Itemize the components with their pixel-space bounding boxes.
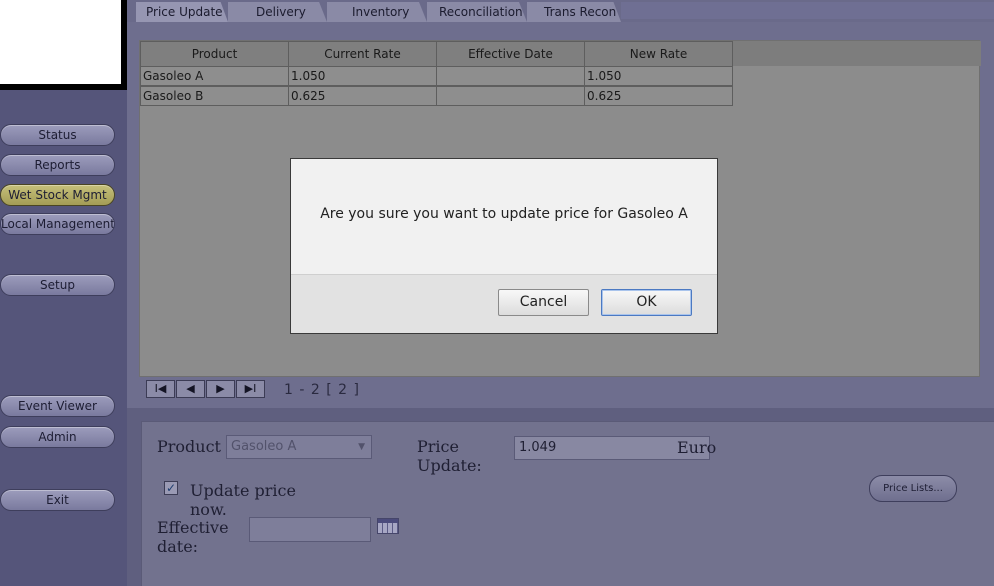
effective-date-label-line2: date: bbox=[157, 537, 199, 556]
table-cell[interactable] bbox=[436, 86, 585, 106]
nav-wet-stock-mgmt-button[interactable]: Wet Stock Mgmt bbox=[0, 184, 115, 206]
chevron-down-icon: ▼ bbox=[358, 442, 365, 452]
dialog-footer: Cancel OK bbox=[291, 274, 717, 333]
tab-reconciliation[interactable]: Reconciliation bbox=[427, 2, 527, 22]
last-page-button[interactable]: ▶I bbox=[236, 380, 265, 398]
column-header-new-rate[interactable]: New Rate bbox=[584, 41, 733, 67]
tab-price-update[interactable]: Price Update bbox=[136, 2, 228, 22]
tab-bar: Price Update Delivery Inventory Reconcil… bbox=[127, 0, 994, 22]
currency-label: Euro bbox=[677, 438, 717, 457]
table-cell[interactable]: 1.050 bbox=[288, 66, 437, 86]
nav-event-viewer-button[interactable]: Event Viewer bbox=[0, 395, 115, 417]
column-header-effective-date[interactable]: Effective Date bbox=[436, 41, 585, 67]
update-now-label-line2: now. bbox=[190, 500, 227, 519]
table-cell[interactable] bbox=[436, 66, 585, 86]
cancel-button[interactable]: Cancel bbox=[498, 289, 589, 316]
table-cell[interactable]: 0.625 bbox=[584, 86, 733, 106]
effective-date-label-line1: Effective bbox=[157, 518, 229, 537]
product-label: Product bbox=[157, 437, 221, 456]
confirm-dialog: Are you sure you want to update price fo… bbox=[290, 158, 718, 334]
product-select[interactable]: Gasoleo A ▼ bbox=[226, 435, 372, 459]
column-header-current-rate[interactable]: Current Rate bbox=[288, 41, 437, 67]
nav-setup-button[interactable]: Setup bbox=[0, 274, 115, 296]
table-cell[interactable]: 0.625 bbox=[288, 86, 437, 106]
nav-admin-button[interactable]: Admin bbox=[0, 426, 115, 448]
price-lists-button[interactable]: Price Lists... bbox=[869, 475, 957, 502]
tab-delivery[interactable]: Delivery bbox=[228, 2, 327, 22]
table-cell[interactable]: Gasoleo B bbox=[140, 86, 289, 106]
nav-exit-button[interactable]: Exit bbox=[0, 489, 115, 511]
pager-range-text: 1 - 2 [ 2 ] bbox=[284, 382, 360, 398]
table-cell[interactable]: Gasoleo A bbox=[140, 66, 289, 86]
tab-trans-recon[interactable]: Trans Recon bbox=[527, 2, 621, 22]
sidebar: Status Reports Wet Stock Mgmt Local Mana… bbox=[0, 0, 127, 586]
nav-status-button[interactable]: Status bbox=[0, 124, 115, 146]
column-header-product[interactable]: Product bbox=[140, 41, 289, 67]
ok-button[interactable]: OK bbox=[601, 289, 692, 316]
effective-date-input[interactable] bbox=[249, 517, 371, 542]
price-update-label-line1: Price bbox=[417, 437, 459, 456]
tab-inventory[interactable]: Inventory bbox=[327, 2, 427, 22]
next-page-button[interactable]: ▶ bbox=[206, 380, 235, 398]
update-now-checkbox[interactable]: ✓ bbox=[164, 481, 178, 495]
tab-bar-fill bbox=[621, 2, 994, 19]
table-cell[interactable]: 1.050 bbox=[584, 66, 733, 86]
dialog-message: Are you sure you want to update price fo… bbox=[320, 206, 688, 222]
prev-page-button[interactable]: ◀ bbox=[176, 380, 205, 398]
logo-area bbox=[0, 0, 127, 90]
price-update-form: Product Gasoleo A ▼ Price Update: 1.049 … bbox=[141, 421, 994, 586]
nav-local-management-button[interactable]: Local Management bbox=[0, 213, 115, 235]
logo bbox=[0, 0, 121, 84]
product-select-value: Gasoleo A bbox=[231, 439, 297, 454]
calendar-icon[interactable] bbox=[377, 518, 399, 534]
price-update-label-line2: Update: bbox=[417, 456, 482, 475]
update-now-label-line1: Update price bbox=[190, 481, 296, 500]
nav-reports-button[interactable]: Reports bbox=[0, 154, 115, 176]
first-page-button[interactable]: I◀ bbox=[146, 380, 175, 398]
